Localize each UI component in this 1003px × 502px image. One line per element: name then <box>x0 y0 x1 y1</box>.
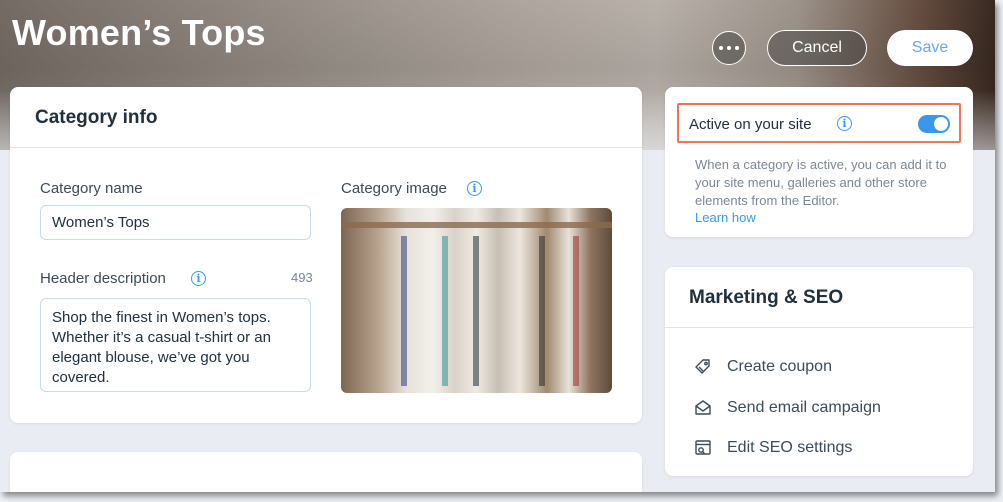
lower-card <box>10 452 642 492</box>
toggle-knob <box>934 117 948 131</box>
cancel-button[interactable]: Cancel <box>767 30 867 66</box>
garment-stripe <box>401 236 407 386</box>
more-actions-button[interactable] <box>712 31 746 65</box>
garment-stripe <box>473 236 479 386</box>
card-divider <box>665 327 973 328</box>
garment-stripe <box>442 236 448 386</box>
active-on-site-label: Active on your site <box>689 116 812 133</box>
card-divider <box>10 147 642 148</box>
info-icon[interactable]: i <box>837 116 852 131</box>
action-label: Create coupon <box>727 358 832 375</box>
active-help-text: When a category is active, you can add i… <box>695 157 947 208</box>
info-icon[interactable]: i <box>467 181 482 196</box>
action-label: Edit SEO settings <box>727 439 853 456</box>
email-icon <box>695 400 711 415</box>
app-frame: Women’s Tops Cancel Save Category info C… <box>0 0 995 492</box>
coupon-icon <box>695 359 710 374</box>
header-description-text: Shop the finest in Women’s tops. Whether… <box>52 309 271 386</box>
create-coupon-action[interactable]: Create coupon <box>693 355 832 379</box>
category-image[interactable] <box>341 208 612 393</box>
send-email-campaign-action[interactable]: Send email campaign <box>693 396 881 420</box>
header-description-textarea[interactable]: Shop the finest in Women’s tops. Whether… <box>40 298 311 392</box>
save-button[interactable]: Save <box>887 30 973 66</box>
clothes-rail <box>341 222 612 228</box>
info-icon[interactable]: i <box>191 271 206 286</box>
category-name-label: Category name <box>40 180 143 197</box>
edit-seo-settings-action[interactable]: Edit SEO settings <box>693 436 852 460</box>
dot <box>727 46 731 50</box>
garment-stripe <box>573 236 579 386</box>
dot <box>719 46 723 50</box>
header-description-label: Header description <box>40 270 166 287</box>
category-name-input[interactable] <box>40 205 311 240</box>
dot <box>735 46 739 50</box>
action-label: Send email campaign <box>727 399 881 416</box>
garment-stripe <box>539 236 545 386</box>
category-info-title: Category info <box>35 107 158 128</box>
seo-icon <box>695 440 711 455</box>
learn-how-link[interactable]: Learn how <box>695 210 756 225</box>
character-counter: 493 <box>291 270 313 285</box>
category-image-label: Category image <box>341 180 447 197</box>
marketing-seo-title: Marketing & SEO <box>689 287 844 308</box>
page-title: Women’s Tops <box>12 12 266 53</box>
